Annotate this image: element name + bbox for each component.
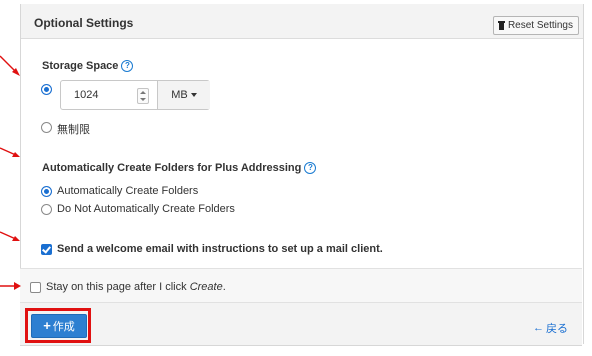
- auto-folders-label: Automatically Create Folders: [57, 185, 199, 197]
- arrow-left-icon: ←: [533, 322, 544, 334]
- unit-select[interactable]: MB: [157, 81, 210, 109]
- stay-on-page-suffix: .: [222, 281, 226, 293]
- storage-limited-radio[interactable]: [41, 84, 52, 95]
- screenshot-root: Optional Settings Reset Settings Storage…: [0, 0, 592, 356]
- stay-on-page-checkbox[interactable]: [30, 282, 41, 293]
- annotation-arrow: [0, 55, 19, 75]
- storage-space-label-text: Storage Space: [42, 60, 119, 72]
- form-footer: [20, 302, 582, 346]
- back-link[interactable]: ← 戻る: [533, 320, 568, 336]
- help-icon[interactable]: ?: [304, 162, 317, 174]
- annotation-arrowhead: [12, 236, 20, 241]
- annotation-arrow: [0, 231, 19, 241]
- storage-unlimited-radio[interactable]: [41, 122, 52, 133]
- annotation-arrowhead: [12, 68, 20, 76]
- plus-addressing-label-text: Automatically Create Folders for Plus Ad…: [42, 162, 302, 174]
- no-auto-folders-label: Do Not Automatically Create Folders: [57, 203, 235, 215]
- auto-folders-radio[interactable]: [41, 186, 52, 197]
- annotation-arrow: [0, 147, 19, 157]
- back-link-label: 戻る: [546, 323, 568, 335]
- stay-on-page-label: Stay on this page after I click Create.: [46, 281, 226, 293]
- trash-icon: [497, 21, 505, 30]
- storage-unlimited-label: 無制限: [57, 124, 90, 136]
- plus-addressing-label: Automatically Create Folders for Plus Ad…: [42, 162, 317, 174]
- no-auto-folders-radio[interactable]: [41, 204, 52, 215]
- reset-settings-label: Reset Settings: [507, 20, 573, 31]
- storage-space-label: Storage Space?: [42, 60, 134, 72]
- annotation-highlight-box: [25, 308, 91, 343]
- reset-settings-button[interactable]: Reset Settings: [492, 16, 579, 35]
- welcome-email-checkbox[interactable]: [41, 244, 52, 255]
- storage-input-group: MB: [60, 80, 210, 110]
- storage-quantity-input[interactable]: [61, 81, 168, 109]
- quantity-stepper[interactable]: [137, 88, 149, 104]
- stay-on-page-prefix: Stay on this page after I click: [46, 281, 190, 293]
- panel-header: Optional Settings Reset Settings: [21, 4, 583, 39]
- panel-title: Optional Settings: [34, 16, 134, 30]
- caret-down-icon: [190, 93, 197, 97]
- help-icon[interactable]: ?: [121, 60, 134, 72]
- stay-on-page-emphasis: Create: [189, 281, 223, 293]
- unit-select-value: MB: [171, 89, 188, 101]
- welcome-email-label: Send a welcome email with instructions t…: [57, 243, 383, 255]
- annotation-arrowhead: [12, 152, 20, 157]
